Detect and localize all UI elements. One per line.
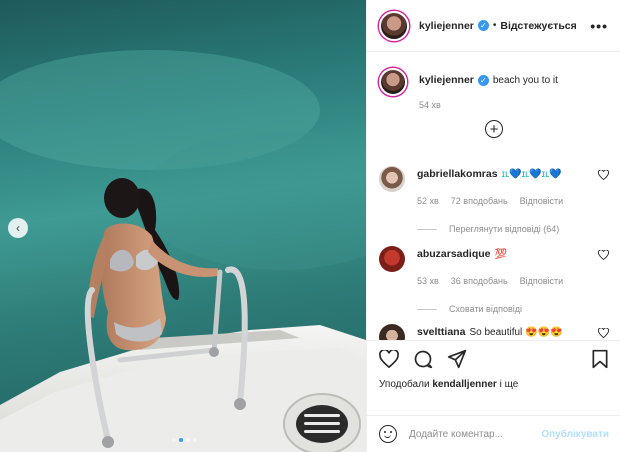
- liked-by-suffix[interactable]: і ще: [500, 379, 519, 390]
- liked-by-username[interactable]: kendalljenner: [432, 379, 496, 390]
- comment-likes-count[interactable]: 36 вподобань: [451, 275, 508, 288]
- comment-text: ɪʟ💙ɪʟ💙ɪʟ💙: [501, 169, 562, 180]
- hide-replies-label: Сховати відповіді: [449, 304, 522, 314]
- following-button[interactable]: Відстежується: [500, 20, 576, 32]
- commenter-avatar[interactable]: [379, 246, 405, 272]
- reply-button[interactable]: Відповісти: [520, 275, 564, 288]
- view-replies-button[interactable]: Переглянути відповіді (64): [417, 224, 609, 234]
- comment-item: abuzarsadique 💯 53 хв 36 вподобань Відпов…: [379, 246, 609, 314]
- liked-by-prefix: Уподобали: [379, 379, 430, 390]
- chevron-left-icon: ‹: [16, 221, 20, 235]
- comment-username[interactable]: abuzarsadique: [417, 248, 491, 260]
- view-replies-label: Переглянути відповіді (64): [449, 224, 560, 234]
- heart-icon[interactable]: [598, 328, 609, 338]
- carousel-dot: [193, 438, 197, 442]
- post-side-panel: kyliejenner ✓ • Відстежується ••• kyliej…: [366, 0, 620, 452]
- comment-time: 53 хв: [417, 276, 439, 286]
- load-more-comments-button[interactable]: +: [485, 120, 503, 138]
- comment-username[interactable]: svelttiana: [417, 326, 465, 338]
- comment-item: svelttiana So beautiful 😍😍😍: [379, 324, 609, 340]
- comment-likes-count[interactable]: 72 вподобань: [451, 195, 508, 208]
- post-comment-button[interactable]: Опублікувати: [541, 429, 609, 440]
- caption-time: 54 хв: [419, 100, 441, 110]
- bookmark-icon[interactable]: [591, 349, 609, 369]
- verified-badge-icon: ✓: [477, 20, 489, 31]
- comment-text: 💯: [494, 249, 507, 260]
- comment-time: 52 хв: [417, 196, 439, 206]
- liked-by-summary[interactable]: Уподобали kendalljenner і ще: [379, 379, 609, 390]
- previous-photo-button[interactable]: ‹: [8, 218, 28, 238]
- like-heart-icon[interactable]: [379, 350, 399, 368]
- author-username[interactable]: kyliejenner: [419, 20, 474, 32]
- hide-replies-button[interactable]: Сховати відповіді: [417, 304, 609, 314]
- commenter-avatar[interactable]: [379, 166, 405, 192]
- post-caption: kyliejenner ✓ beach you to it 54 хв: [379, 52, 609, 110]
- commenter-avatar[interactable]: [379, 324, 405, 340]
- comment-input[interactable]: [409, 428, 535, 440]
- comments-list[interactable]: kyliejenner ✓ beach you to it 54 хв + gabr…: [367, 52, 620, 340]
- post-header: kyliejenner ✓ • Відстежується •••: [367, 0, 620, 52]
- caption-avatar[interactable]: [379, 68, 407, 96]
- replies-divider: [417, 308, 437, 310]
- emoji-icon[interactable]: [379, 425, 397, 443]
- add-comment-bar: Опублікувати: [367, 415, 620, 452]
- comment-username[interactable]: gabriellakomras: [417, 168, 498, 180]
- replies-divider: [417, 228, 437, 230]
- heart-icon[interactable]: [598, 170, 609, 180]
- photo-scene: [0, 50, 366, 452]
- instagram-post-modal: ‹ kyliejenner ✓ • Відстежується ••• kyli…: [0, 0, 620, 452]
- caption-text: beach you to it: [492, 75, 558, 86]
- more-options-icon[interactable]: •••: [590, 18, 608, 34]
- comment-bubble-icon[interactable]: [413, 349, 433, 369]
- carousel-dot: [172, 438, 176, 442]
- carousel-indicator: [172, 438, 197, 442]
- header-separator: •: [492, 20, 497, 31]
- comment-item: gabriellakomras ɪʟ💙ɪʟ💙ɪʟ💙 52 хв 72 вподоб…: [379, 166, 609, 234]
- heart-icon[interactable]: [598, 250, 609, 260]
- share-paper-plane-icon[interactable]: [447, 349, 467, 369]
- post-actions: Уподобали kendalljenner і ще: [367, 340, 620, 400]
- author-avatar[interactable]: [379, 10, 409, 41]
- carousel-dot-active: [179, 438, 183, 442]
- reply-button[interactable]: Відповісти: [520, 195, 564, 208]
- plus-circle-icon: +: [489, 120, 499, 138]
- comment-text: So beautiful 😍😍😍: [469, 327, 563, 338]
- verified-badge-icon: ✓: [477, 75, 489, 86]
- carousel-dot: [186, 438, 190, 442]
- post-photo[interactable]: ‹: [0, 0, 366, 452]
- caption-username[interactable]: kyliejenner: [419, 74, 474, 86]
